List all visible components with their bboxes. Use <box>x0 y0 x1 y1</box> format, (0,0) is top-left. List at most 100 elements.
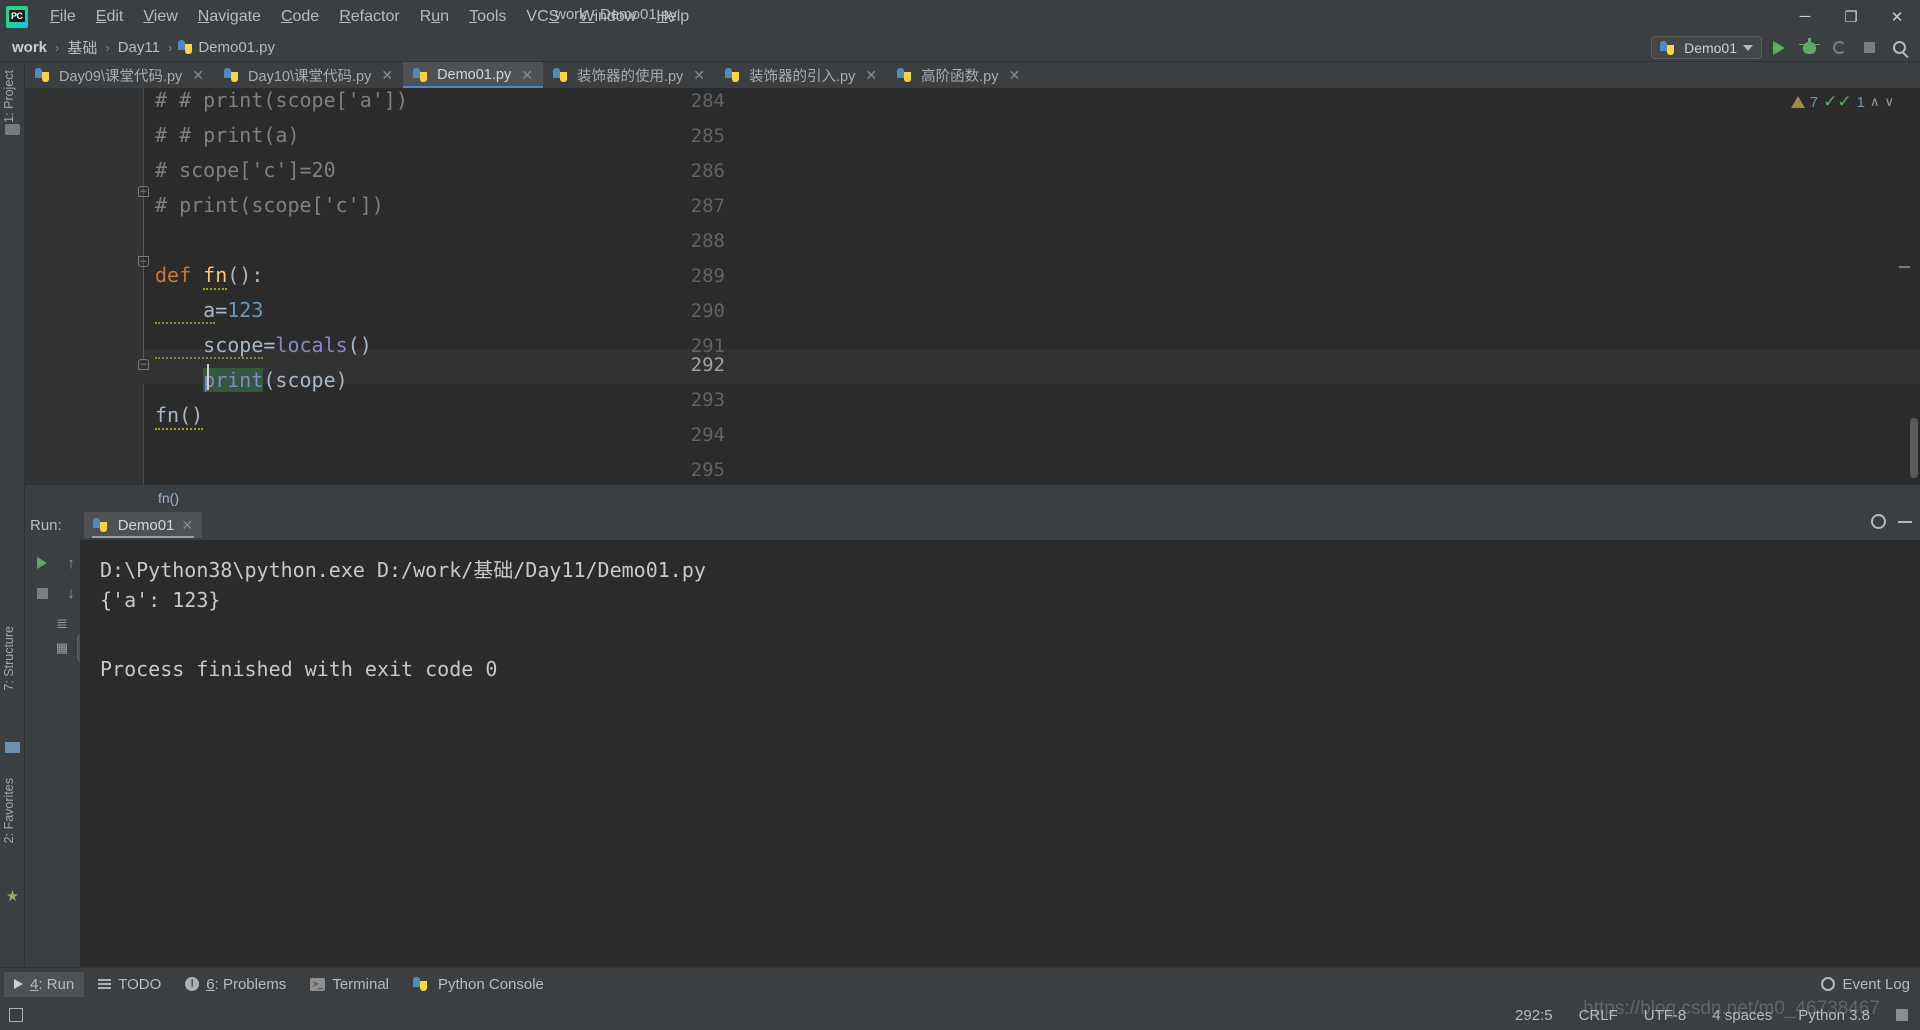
editor-breadcrumb-fn[interactable]: fn() <box>158 490 179 506</box>
sidebar-item-structure[interactable]: 7: Structure <box>0 622 21 695</box>
editor-vertical-scrollbar[interactable] <box>1910 418 1918 478</box>
line-separator[interactable]: CRLF <box>1579 1007 1618 1024</box>
stop-button[interactable] <box>29 580 55 606</box>
menu-item-refactor[interactable]: Refactor <box>329 5 409 29</box>
code-editor[interactable]: 284 285 286 287 288 289 290 291 292 293 … <box>25 88 1920 484</box>
close-icon[interactable]: ✕ <box>192 67 204 84</box>
menu-item-tools[interactable]: Tools <box>459 5 516 29</box>
run-button[interactable] <box>1766 35 1792 61</box>
breadcrumb-item-day11[interactable]: Day11 <box>116 39 162 56</box>
python-icon <box>92 518 107 532</box>
debug-button[interactable] <box>1796 35 1822 61</box>
line-number: 290 <box>690 300 725 322</box>
coverage-button[interactable] <box>1826 35 1852 61</box>
editor-tab-zhuangshiqi-yinru[interactable]: 装饰器的引入.py ✕ <box>715 62 887 88</box>
problems-icon: ! <box>185 977 200 991</box>
bottom-tab-python-console[interactable]: Python Console <box>403 972 554 997</box>
run-console-output[interactable]: D:\Python38\python.exe D:/work/基础/Day11/… <box>80 540 1920 967</box>
python-interpreter[interactable]: Python 3.8 <box>1798 1007 1870 1024</box>
current-line-highlight <box>143 349 1920 384</box>
stop-button[interactable] <box>1856 35 1882 61</box>
toggle-sidebar-icon[interactable] <box>9 1008 23 1022</box>
editor-tab-label: 高阶函数.py <box>921 68 999 85</box>
menu-item-navigate[interactable]: Navigate <box>188 5 271 29</box>
search-everywhere-button[interactable] <box>1886 35 1912 61</box>
console-line: Process finished with exit code 0 <box>100 657 498 681</box>
breadcrumb-item-jichu[interactable]: 基础 <box>65 37 99 58</box>
operator-eq: = <box>263 333 276 357</box>
indent-setting[interactable]: 4 spaces <box>1712 1007 1772 1024</box>
editor-tab-day10[interactable]: Day10\课堂代码.py ✕ <box>214 62 403 88</box>
bottom-tab-problems[interactable]: ! 6: Problems <box>175 972 296 997</box>
ok-count: 1 <box>1856 93 1865 111</box>
favorites-star-icon[interactable]: ★ <box>5 889 20 904</box>
project-folder-icon[interactable] <box>5 124 20 135</box>
breadcrumb-item-work[interactable]: work <box>10 39 49 56</box>
bottom-tab-todo[interactable]: TODO <box>88 972 171 997</box>
line-number: 287 <box>690 195 725 217</box>
close-button[interactable]: ✕ <box>1874 0 1920 33</box>
close-icon[interactable]: ✕ <box>693 67 705 84</box>
bottom-tab-label: Terminal <box>332 975 389 993</box>
rerun-button[interactable] <box>29 550 55 576</box>
chevron-down-icon[interactable]: ∨ <box>1884 94 1894 110</box>
code-line: # print(scope['c']) <box>155 193 384 217</box>
bottom-tab-terminal[interactable]: >_ Terminal <box>300 972 399 997</box>
menu-item-file[interactable]: FFileile <box>40 5 86 29</box>
operator-eq: = <box>215 298 228 322</box>
variable-scope: scope <box>155 333 264 359</box>
minimize-button[interactable]: ─ <box>1782 0 1828 33</box>
read-only-lock-icon[interactable] <box>1896 1009 1908 1021</box>
inspection-widget[interactable]: 7 ✓✓ 1 ∧ ∨ <box>1790 92 1894 112</box>
fold-marker-collapse[interactable]: – <box>138 359 149 370</box>
arrow-down-icon: ↓ <box>67 584 75 602</box>
close-icon[interactable]: ✕ <box>521 67 533 84</box>
editor-gutter[interactable] <box>25 88 143 484</box>
sidebar-item-favorites[interactable]: 2: Favorites <box>0 774 21 847</box>
check-icon: ✓✓ <box>1823 92 1852 111</box>
editor-tab-zhuangshiqi-shiyong[interactable]: 装饰器的使用.py ✕ <box>543 62 715 88</box>
editor-tab-day09[interactable]: Day09\课堂代码.py ✕ <box>25 62 214 88</box>
fold-marker-collapse[interactable]: – <box>138 256 149 267</box>
soft-wrap-button[interactable]: ≣ <box>49 610 75 636</box>
sidebar-item-project[interactable]: 1: Project <box>0 66 21 127</box>
bottom-tab-run[interactable]: 4: Run <box>4 971 85 997</box>
menu-item-code[interactable]: Code <box>271 5 329 29</box>
print-layout-button[interactable]: ▦ <box>49 635 75 661</box>
editor-tab-gaojiehanshu[interactable]: 高阶函数.py ✕ <box>887 62 1030 88</box>
run-configuration-selector[interactable]: Demo01 <box>1651 36 1762 59</box>
close-icon[interactable]: ✕ <box>865 67 877 84</box>
python-file-icon <box>224 68 239 82</box>
event-log-button[interactable]: Event Log <box>1821 976 1910 993</box>
maximize-button[interactable]: ❐ <box>1828 0 1874 33</box>
chevron-up-icon[interactable]: ∧ <box>1870 94 1880 110</box>
builtin-locals: locals <box>275 333 348 357</box>
caret-position[interactable]: 292:5 <box>1515 1007 1553 1024</box>
code-parens: () <box>347 333 372 357</box>
menu-item-run[interactable]: Run <box>410 5 459 29</box>
minimize-icon[interactable] <box>1898 520 1912 523</box>
python-file-icon <box>413 68 428 82</box>
close-icon[interactable]: ✕ <box>381 67 393 84</box>
editor-tab-demo01[interactable]: Demo01.py ✕ <box>403 62 543 88</box>
main-toolbar: Demo01 <box>1651 33 1912 62</box>
breadcrumb-item-demo01[interactable]: Demo01.py <box>196 39 277 56</box>
editor-tab-label: Day10\课堂代码.py <box>248 68 372 85</box>
breadcrumb-separator: › <box>55 39 60 55</box>
editor-breadcrumb-bar: fn() <box>25 484 1920 510</box>
status-bar-right: 292:5 CRLF UTF-8 4 spaces Python 3.8 <box>1515 1007 1908 1024</box>
run-tab-demo01[interactable]: Demo01 ✕ <box>83 512 203 538</box>
code-line: # scope['c']=20 <box>155 158 336 182</box>
menu-item-view[interactable]: View <box>133 5 187 29</box>
variable-a: a <box>155 298 216 324</box>
run-window-actions <box>1871 514 1912 529</box>
fold-marker-collapse[interactable]: – <box>138 186 149 197</box>
menu-item-edit[interactable]: Edit <box>86 5 134 29</box>
close-icon[interactable]: ✕ <box>181 517 193 534</box>
structure-icon[interactable] <box>5 742 20 753</box>
close-icon[interactable]: ✕ <box>1008 67 1020 84</box>
editor-tab-label: Day09\课堂代码.py <box>59 68 183 85</box>
python-file-icon <box>725 68 740 82</box>
gear-icon[interactable] <box>1871 514 1886 529</box>
file-encoding[interactable]: UTF-8 <box>1644 1007 1687 1024</box>
